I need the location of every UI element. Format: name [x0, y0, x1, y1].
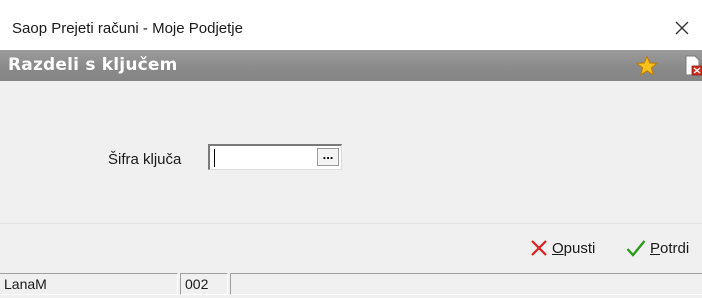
text-caret	[214, 149, 215, 167]
window-title: Saop Prejeti računi - Moje Podjetje	[12, 20, 243, 37]
cancel-label: Opusti	[552, 240, 595, 257]
cancel-mnemonic: O	[552, 239, 564, 257]
confirm-label: Potrdi	[650, 240, 689, 257]
status-user: LanaM	[0, 273, 178, 295]
delete-document-button[interactable]	[682, 54, 702, 78]
status-message	[230, 273, 702, 295]
checkmark-icon	[626, 240, 646, 257]
document-delete-icon	[685, 55, 702, 76]
cancel-button[interactable]: Opusti	[530, 237, 595, 259]
star-icon	[636, 55, 658, 76]
form-title: Razdeli s ključem	[8, 55, 178, 75]
status-bar: LanaM 002	[0, 270, 702, 298]
window-titlebar: Saop Prejeti računi - Moje Podjetje	[0, 0, 702, 50]
key-code-input[interactable]	[210, 146, 315, 169]
favorite-button[interactable]	[635, 54, 659, 78]
key-code-label: Šifra ključa	[108, 151, 182, 168]
cancel-icon	[531, 240, 547, 256]
form-body: Šifra ključa ...	[0, 81, 702, 223]
cancel-label-rest: pusti	[563, 239, 596, 257]
close-button[interactable]	[662, 10, 702, 46]
close-icon	[675, 21, 689, 35]
action-bar: Opusti Potrdi	[0, 224, 702, 270]
confirm-button[interactable]: Potrdi	[626, 237, 689, 259]
browse-button[interactable]: ...	[317, 148, 339, 166]
confirm-mnemonic: P	[650, 239, 661, 257]
status-code: 002	[180, 273, 228, 295]
form-header: Razdeli s ključem	[0, 50, 702, 81]
key-code-field: ...	[208, 144, 342, 170]
confirm-label-rest: otrdi	[660, 239, 690, 257]
